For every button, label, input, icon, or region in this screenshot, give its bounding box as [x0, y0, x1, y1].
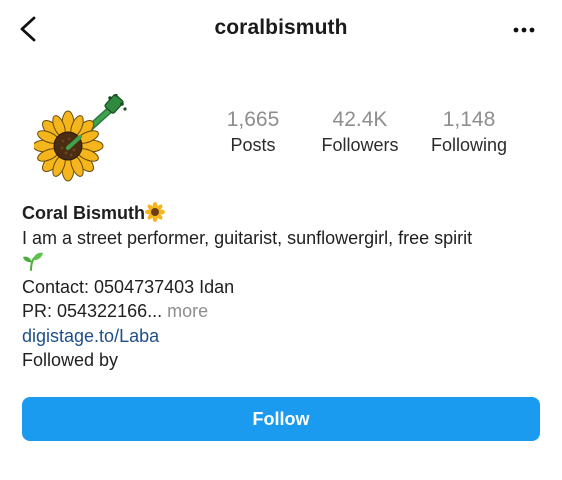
sunflower-icon — [145, 202, 166, 222]
followers-count: 42.4K — [332, 108, 388, 131]
bio-pr: PR: 054322166... — [22, 301, 163, 321]
profile-bio: Coral Bismuth I am a street performer, g… — [22, 201, 552, 373]
avatar[interactable] — [32, 93, 128, 182]
sunflower-guitar-icon — [32, 93, 127, 182]
bio-contact: Contact: 0504737403 Idan — [22, 276, 235, 297]
profile-username: coralbismuth — [214, 16, 348, 39]
seedling-icon — [23, 252, 43, 271]
more-horizontal-icon[interactable] — [510, 18, 538, 42]
bio-line-link: digistage.to/Laba — [22, 324, 552, 349]
more-link[interactable]: more — [162, 301, 208, 321]
bio-name-line: Coral Bismuth — [22, 201, 552, 226]
display-name: Coral Bismuth — [22, 203, 146, 223]
stat-following[interactable]: 1,148 Following — [414, 108, 524, 157]
bio-emoji-line — [22, 250, 552, 275]
bio-link[interactable]: digistage.to/Laba — [22, 326, 159, 346]
stat-followers[interactable]: 42.4K Followers — [305, 108, 415, 157]
bio-description: I am a street performer, guitarist, sunf… — [22, 227, 473, 248]
following-count: 1,148 — [442, 108, 496, 131]
profile-header: coralbismuth — [0, 0, 562, 58]
bio-pr-line: PR: 054322166... more — [22, 299, 552, 324]
followers-label: Followers — [321, 135, 399, 155]
following-label: Following — [430, 135, 508, 155]
followed-by[interactable]: Followed by — [22, 348, 552, 373]
stat-posts[interactable]: 1,665 Posts — [198, 108, 308, 157]
profile-stats: 1,665 Posts 42.4K Followers 1,148 Follow… — [208, 108, 528, 160]
follow-button[interactable]: Follow — [22, 397, 540, 441]
posts-label: Posts — [230, 135, 276, 155]
posts-count: 1,665 — [226, 108, 280, 131]
